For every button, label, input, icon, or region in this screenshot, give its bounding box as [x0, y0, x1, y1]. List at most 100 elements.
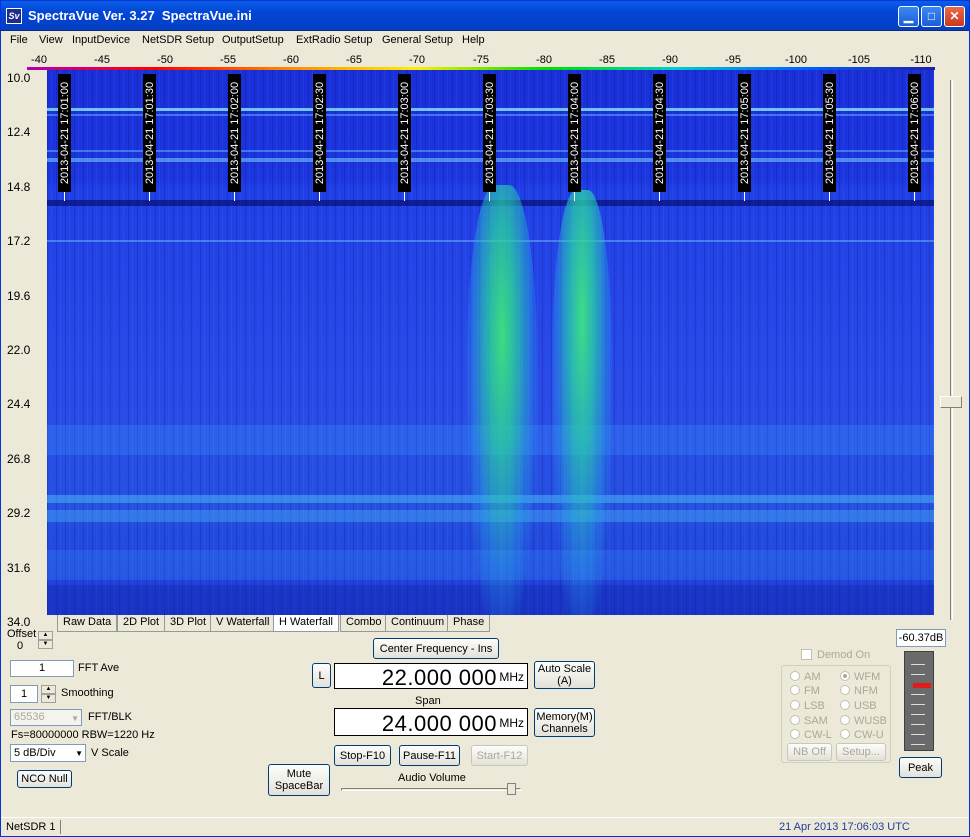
meter-tick	[911, 664, 925, 665]
timestamp-tick	[234, 192, 235, 201]
signal-trace	[467, 185, 537, 615]
frequency-axis-label: 29.2	[7, 506, 31, 521]
smoothing-label: Smoothing	[61, 687, 114, 699]
mute-button[interactable]: Mute SpaceBar	[268, 764, 330, 796]
timestamp-label: 2013-04-21 17:02:00	[228, 74, 241, 192]
span-label: Span	[415, 695, 441, 707]
tab-raw-data[interactable]: Raw Data	[57, 615, 118, 632]
timestamp-tick	[744, 192, 745, 201]
menu-view[interactable]: View	[39, 34, 63, 46]
radio-cw-u[interactable]: CW-U	[840, 729, 884, 741]
radio-wusb[interactable]: WUSB	[840, 715, 887, 727]
frequency-axis-label: 17.2	[7, 234, 31, 249]
center-frequency-unit: MHz	[499, 670, 524, 684]
center-frequency-value: 22.000 000	[381, 665, 497, 690]
fft-ave-input[interactable]: 1	[10, 660, 74, 677]
radio-am[interactable]: AM	[790, 671, 821, 683]
window-title: SpectraVue Ver. 3.27 SpectraVue.ini	[28, 8, 252, 23]
frequency-axis-label: 10.0	[7, 71, 31, 85]
timestamp-text: 2013-04-21 17:05:00	[738, 81, 751, 185]
menu-inputdevice[interactable]: InputDevice	[72, 34, 130, 46]
timestamp-text: 2013-04-21 17:02:30	[313, 81, 326, 185]
radio-nfm[interactable]: NFM	[840, 685, 878, 697]
timestamp-text: 2013-04-21 17:02:00	[228, 81, 241, 185]
smoothing-spinner[interactable]: ▲ ▼	[41, 685, 56, 703]
frequency-axis-label: 34.0	[7, 615, 31, 629]
close-button[interactable]: ✕	[944, 6, 965, 27]
timestamp-label: 2013-04-21 17:04:00	[568, 74, 581, 192]
peak-button[interactable]: Peak	[899, 757, 942, 778]
radio-icon	[840, 715, 850, 725]
timestamp-tick	[829, 192, 830, 201]
auto-scale-button[interactable]: Auto Scale (A)	[534, 661, 595, 689]
timestamp-label: 2013-04-21 17:05:30	[823, 74, 836, 192]
radio-fm[interactable]: FM	[790, 685, 820, 697]
radio-usb[interactable]: USB	[840, 700, 877, 712]
demod-mode-group: AM FM LSB SAM CW-L WFM NFM USB WUSB CW-U…	[781, 665, 891, 763]
minimize-button[interactable]: ▁	[898, 6, 919, 27]
center-frequency-field[interactable]: 22.000 000 MHz	[334, 663, 528, 690]
radio-cw-l-label: CW-L	[804, 729, 832, 741]
menu-help[interactable]: Help	[462, 34, 485, 46]
signal-trace	[552, 190, 612, 615]
tab-phase[interactable]: Phase	[447, 615, 491, 632]
pause-button[interactable]: Pause-F11	[399, 745, 460, 766]
offset-spinner[interactable]: ▲ ▼	[38, 631, 53, 649]
radio-icon	[840, 729, 850, 739]
maximize-button[interactable]: □	[921, 6, 942, 27]
menu-outputsetup[interactable]: OutputSetup	[222, 34, 284, 46]
meter-tick	[911, 704, 925, 705]
radio-icon	[790, 685, 800, 695]
tab-2d-plot[interactable]: 2D Plot	[117, 615, 166, 632]
setup-button[interactable]: Setup...	[836, 743, 886, 761]
audio-volume-track[interactable]	[341, 788, 521, 791]
app-window: Sv SpectraVue Ver. 3.27 SpectraVue.ini ▁…	[0, 0, 970, 837]
slider-thumb[interactable]	[940, 396, 962, 408]
tab-3d-plot[interactable]: 3D Plot	[164, 615, 213, 632]
fft-blk-value: 65536	[14, 711, 45, 723]
nco-null-button[interactable]: NCO Null	[17, 770, 72, 788]
vscale-label: V Scale	[91, 747, 129, 759]
span-field[interactable]: 24.000 000 MHz	[334, 708, 528, 736]
center-frequency-button[interactable]: Center Frequency - Ins	[373, 638, 499, 659]
status-datetime: 21 Apr 2013 17:06:03 UTC	[779, 821, 910, 833]
frequency-axis-label: 26.8	[7, 451, 31, 466]
waterfall-display[interactable]: 2013-04-21 17:01:00 2013-04-21 17:01:30 20…	[47, 70, 934, 615]
memory-channels-button[interactable]: Memory(M) Channels	[534, 708, 595, 737]
menu-netsdr-setup[interactable]: NetSDR Setup	[142, 34, 214, 46]
radio-cw-l[interactable]: CW-L	[790, 729, 832, 741]
db-scale-label: -90	[662, 54, 678, 66]
level-readout: -60.37dB	[896, 629, 946, 647]
menu-general-setup[interactable]: General Setup	[382, 34, 453, 46]
timestamp-label: 2013-04-21 17:01:30	[143, 74, 156, 192]
timestamp-text: 2013-04-21 17:03:30	[483, 81, 496, 185]
db-scale-label: -40	[31, 54, 47, 66]
tab-v-waterfall[interactable]: V Waterfall	[210, 615, 276, 632]
fft-blk-select[interactable]: 65536 ▼	[10, 709, 82, 726]
smoothing-input[interactable]: 1	[10, 685, 38, 703]
radio-sam[interactable]: SAM	[790, 715, 828, 727]
tab-combo[interactable]: Combo	[340, 615, 388, 632]
mute-shortcut-label: SpaceBar	[274, 780, 324, 792]
level-slider[interactable]	[935, 70, 968, 630]
status-bar: NetSDR 1 21 Apr 2013 17:06:03 UTC	[1, 817, 969, 836]
radio-wfm[interactable]: WFM	[840, 671, 880, 683]
l-button[interactable]: L	[312, 663, 331, 688]
meter-tick	[911, 674, 925, 675]
radio-lsb[interactable]: LSB	[790, 700, 825, 712]
audio-volume-thumb[interactable]	[507, 783, 516, 795]
timestamp-tick	[319, 192, 320, 201]
stop-button[interactable]: Stop-F10	[334, 745, 391, 766]
title-bar[interactable]: Sv SpectraVue Ver. 3.27 SpectraVue.ini ▁…	[1, 1, 969, 31]
start-button[interactable]: Start-F12	[471, 745, 528, 766]
tab-h-waterfall[interactable]: H Waterfall	[273, 615, 339, 632]
status-device: NetSDR 1	[6, 821, 56, 833]
vscale-select[interactable]: 5 dB/Div ▼	[10, 744, 86, 762]
demod-on-checkbox[interactable]: Demod On	[801, 649, 870, 661]
menu-file[interactable]: File	[10, 34, 28, 46]
nb-off-button[interactable]: NB Off	[787, 743, 832, 761]
span-value: 24.000 000	[381, 711, 497, 736]
fft-blk-label: FFT/BLK	[88, 711, 133, 723]
menu-extradio-setup[interactable]: ExtRadio Setup	[296, 34, 372, 46]
tab-continuum[interactable]: Continuum	[385, 615, 451, 632]
